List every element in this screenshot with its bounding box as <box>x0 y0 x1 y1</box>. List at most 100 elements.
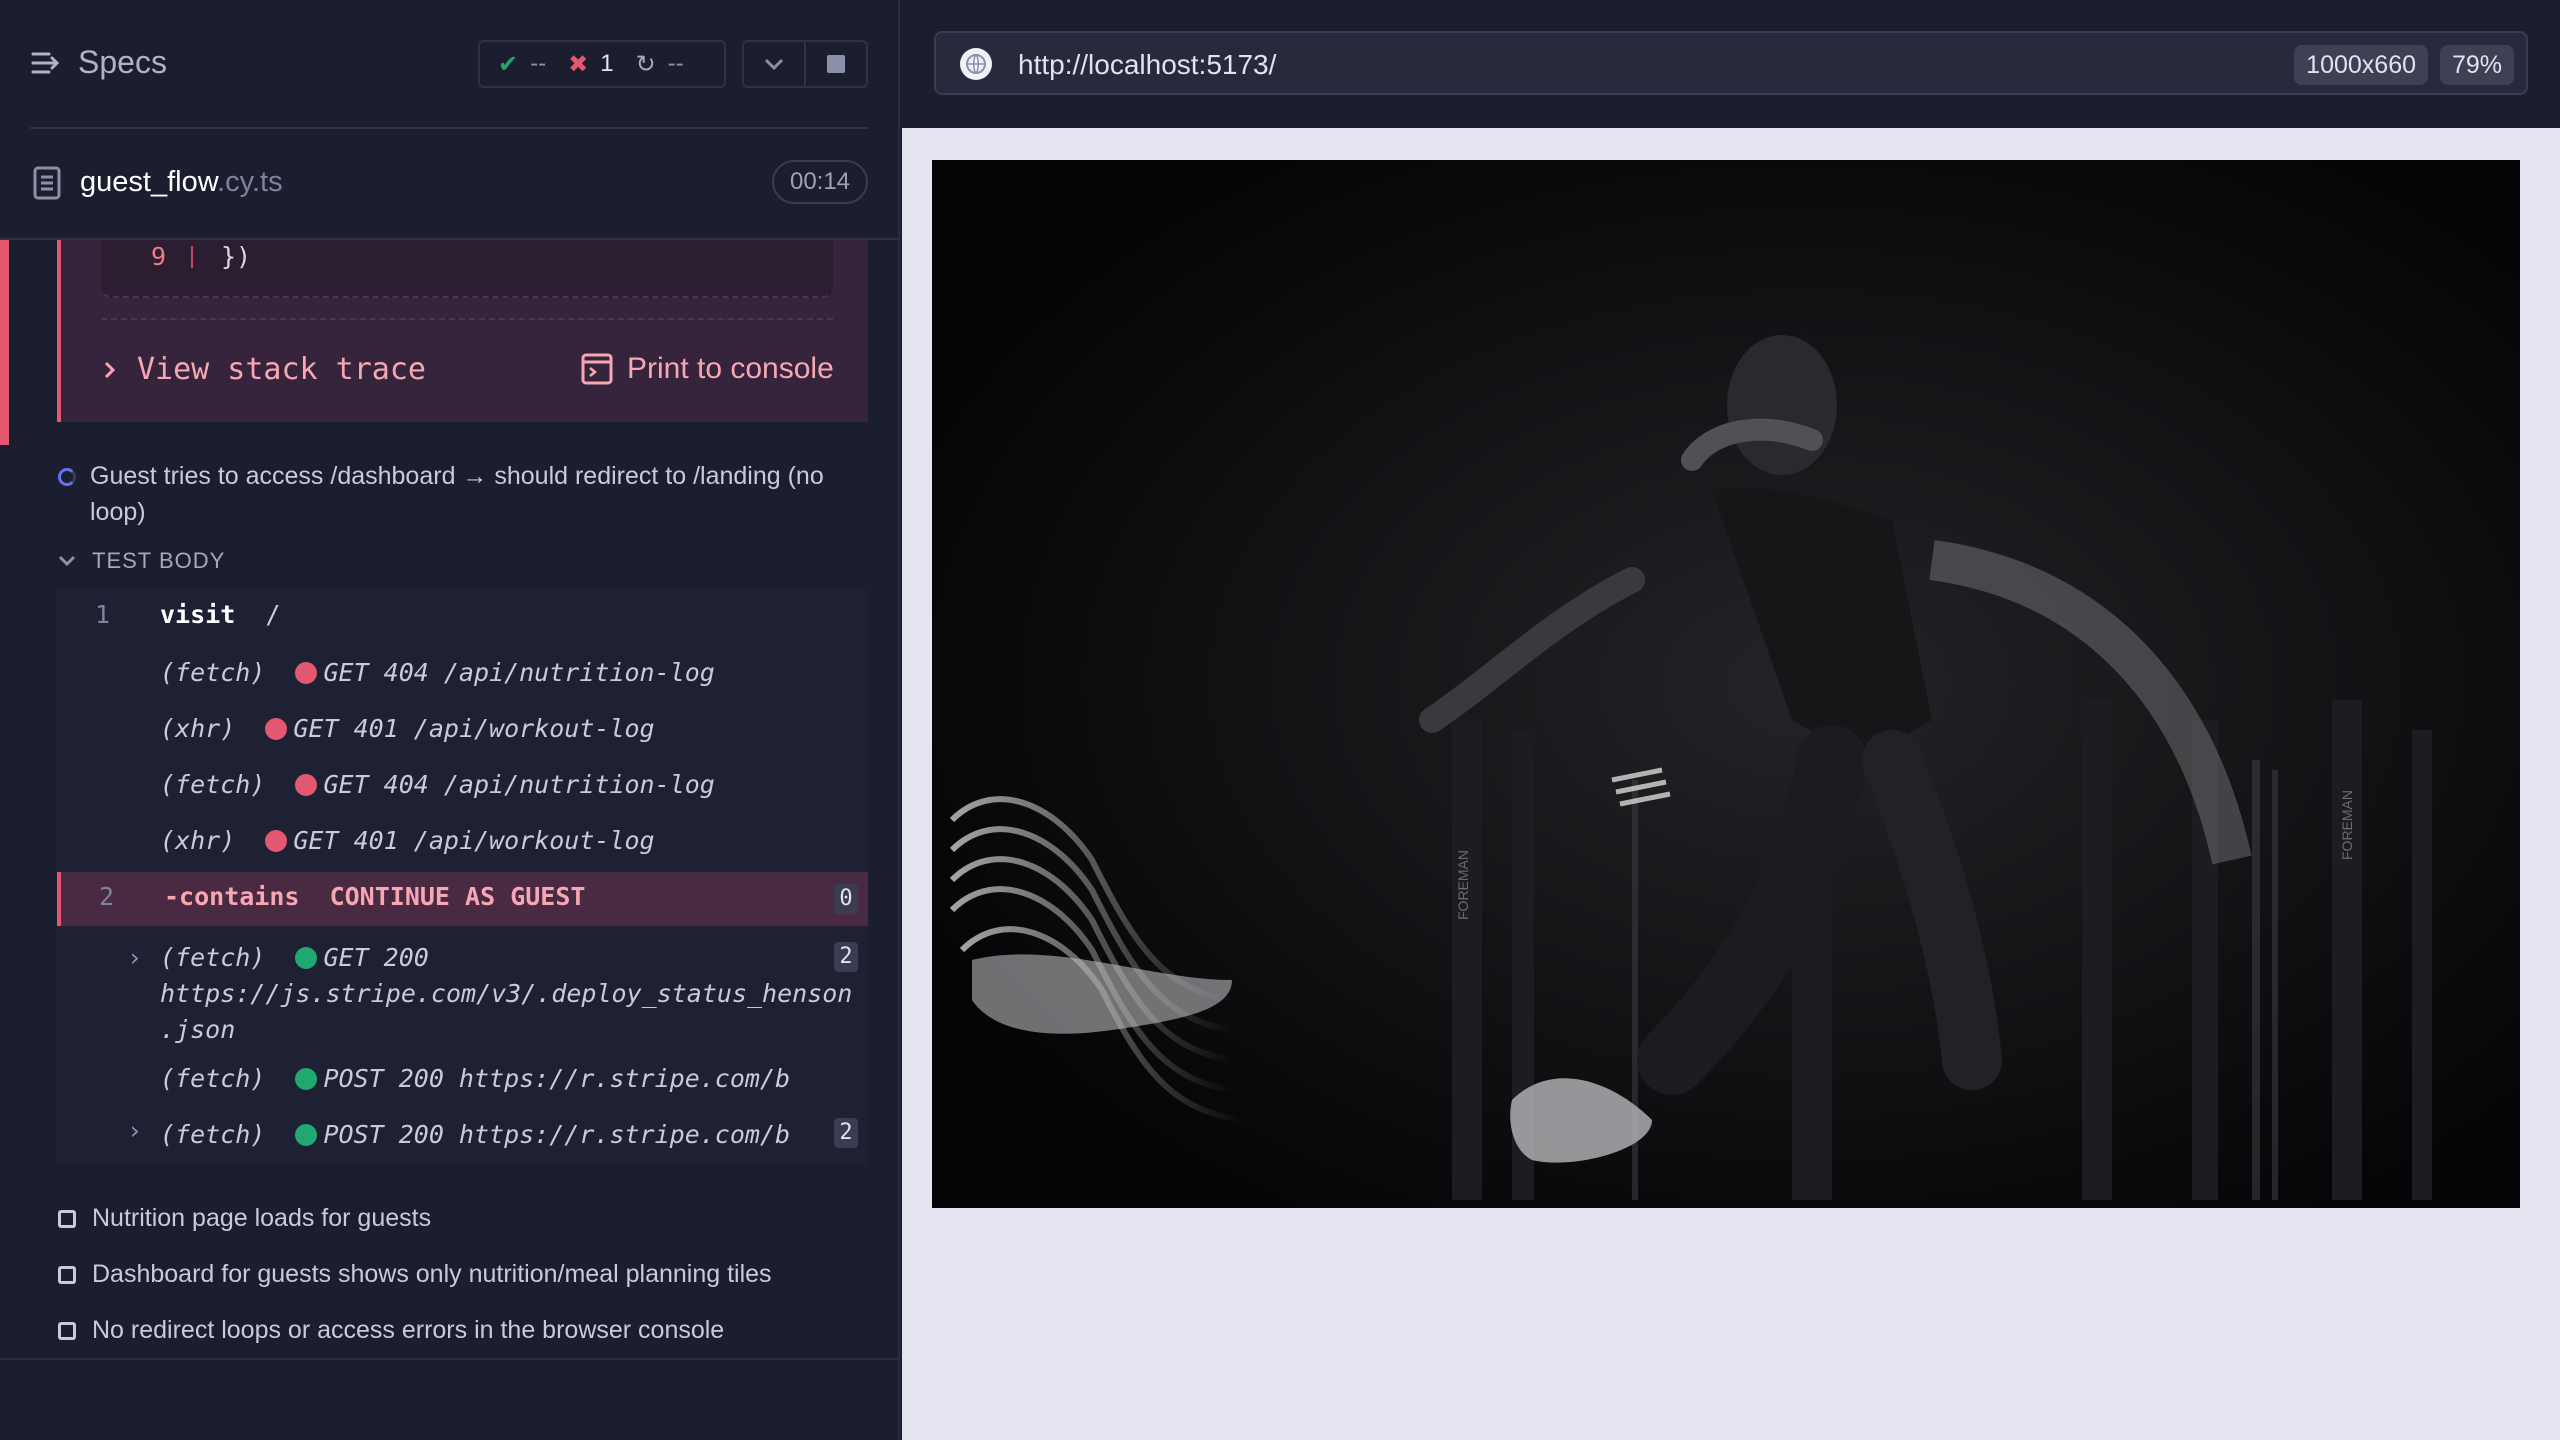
status-dot-icon <box>265 718 288 740</box>
print-to-console-button[interactable]: Print to console <box>581 352 834 386</box>
request-kind: (xhr) <box>160 714 236 743</box>
reporter-header: Specs ✔ -- ✖ 1 ↻ -- <box>0 0 900 130</box>
x-icon: ✖ <box>568 50 589 78</box>
spec-file-ext: .cy.ts <box>217 166 283 198</box>
code-frame: 9 }) <box>101 240 833 298</box>
aut-header: http://localhost:5173/ 1000x660 79% <box>902 0 2560 128</box>
status-dot-icon <box>295 947 318 969</box>
passed-stat: ✔ -- <box>498 50 546 79</box>
command-name: visit <box>160 600 236 629</box>
specs-toggle-button[interactable]: Specs <box>30 44 167 81</box>
document-icon <box>33 166 61 200</box>
pending-checkbox-icon <box>58 1265 76 1284</box>
failed-test-indicator <box>0 240 9 445</box>
viewport-size-badge[interactable]: 1000x660 <box>2294 45 2428 85</box>
request-kind: (xhr) <box>160 826 236 855</box>
passed-count: -- <box>530 50 547 77</box>
aut-iframe-image: FOREMAN FOREMAN <box>932 160 2520 1208</box>
request-kind: (fetch) <box>160 1064 266 1093</box>
test-stats: ✔ -- ✖ 1 ↻ -- <box>478 40 726 88</box>
command-name: -contains <box>164 882 300 911</box>
request-text: GET 401 /api/workout-log <box>293 826 655 855</box>
request-text: POST 200 https://r.stripe.com/b <box>323 1064 791 1093</box>
pending-checkbox-icon <box>58 1321 76 1340</box>
svg-text:FOREMAN: FOREMAN <box>1455 850 1471 920</box>
request-kind: (fetch) <box>160 1120 266 1149</box>
running-spinner-icon <box>58 468 76 486</box>
request-text: GET 404 /api/nutrition-log <box>323 770 715 799</box>
chevron-down-icon <box>58 555 76 567</box>
command-text: (fetch) GET 404 /api/nutrition-log <box>160 770 715 799</box>
scale-badge[interactable]: 79% <box>2439 45 2514 85</box>
command-log: 1 visit / (fetch) GET 404 /api/nutrition… <box>57 590 868 1166</box>
header-divider <box>30 127 868 129</box>
stop-icon <box>827 55 845 73</box>
error-divider <box>101 318 833 320</box>
globe-icon <box>960 48 992 80</box>
stop-button[interactable] <box>806 42 866 86</box>
running-test-title: Guest tries to access /dashboard → shoul… <box>90 462 824 526</box>
svg-text:FOREMAN: FOREMAN <box>2339 790 2355 860</box>
test-body-label: TEST BODY <box>92 548 226 573</box>
command-count-badge: 2 <box>834 1118 858 1148</box>
command-text: (fetch) POST 200 https://r.stripe.com/b <box>160 1064 790 1093</box>
collapse-all-button[interactable] <box>744 42 806 86</box>
pending-test-title: Dashboard for guests shows only nutritio… <box>92 1260 772 1288</box>
spec-file-row: guest_flow.cy.ts 00:14 <box>0 130 900 240</box>
check-icon: ✔ <box>498 50 519 78</box>
view-stack-trace-button[interactable]: View stack trace <box>103 352 426 387</box>
test-body-header[interactable]: TEST BODY <box>58 548 225 574</box>
request-text: GET 404 /api/nutrition-log <box>323 658 715 687</box>
code-line-number: 9 <box>151 242 167 271</box>
request-text: GET 401 /api/workout-log <box>293 714 655 743</box>
pending-count: -- <box>667 50 684 77</box>
pending-icon: ↻ <box>635 50 656 78</box>
status-dot-icon <box>295 1124 318 1146</box>
command-text: (fetch) GET 200 https://js.stripe.com/v3… <box>160 940 852 1048</box>
status-dot-icon <box>295 662 318 684</box>
command-arg: / <box>265 600 281 629</box>
spec-file-basename: guest_flow <box>80 166 218 198</box>
command-row-active[interactable]: 2 -contains CONTINUE AS GUEST 0 <box>57 872 868 926</box>
terminal-icon <box>581 353 613 385</box>
request-url: https://js.stripe.com/v3/.deploy_status_… <box>160 979 853 1008</box>
command-count-badge: 0 <box>834 884 858 914</box>
status-dot-icon <box>295 774 318 796</box>
chevron-right-icon <box>104 361 116 378</box>
error-panel: 9 }) View stack trace Print to console <box>57 240 868 422</box>
command-count-badge: 2 <box>834 942 858 972</box>
pending-test[interactable]: Nutrition page loads for guests <box>58 1204 431 1233</box>
pending-test-title: No redirect loops or access errors in th… <box>92 1316 725 1344</box>
run-controls <box>742 40 868 88</box>
specs-menu-icon <box>31 52 60 73</box>
chevron-right-icon: › <box>127 943 143 972</box>
failed-stat: ✖ 1 <box>568 50 613 79</box>
request-kind: (fetch) <box>160 770 266 799</box>
command-text: (fetch) GET 404 /api/nutrition-log <box>160 658 715 687</box>
url-bar[interactable]: http://localhost:5173/ 1000x660 79% <box>934 31 2528 95</box>
running-test[interactable]: Guest tries to access /dashboard → shoul… <box>58 458 858 530</box>
pending-test[interactable]: Dashboard for guests shows only nutritio… <box>58 1260 772 1289</box>
code-line-marker <box>191 246 193 268</box>
pending-stat: ↻ -- <box>636 50 684 79</box>
status-dot-icon <box>265 830 288 852</box>
spec-file-name[interactable]: guest_flow.cy.ts <box>80 166 283 199</box>
url-text: http://localhost:5173/ <box>1018 49 1277 80</box>
command-text: (fetch) POST 200 https://r.stripe.com/b <box>160 1120 790 1149</box>
reporter-bottom-divider <box>0 1358 900 1360</box>
code-line: }) <box>221 242 252 271</box>
specs-label: Specs <box>78 44 167 80</box>
command-text: visit / <box>160 600 280 629</box>
pending-test[interactable]: No redirect loops or access errors in th… <box>58 1316 724 1345</box>
app-under-test-panel: http://localhost:5173/ 1000x660 79% FORE… <box>902 0 2560 1440</box>
request-kind: (fetch) <box>160 943 266 972</box>
command-text: (xhr) GET 401 /api/workout-log <box>160 714 655 743</box>
command-text: -contains CONTINUE AS GUEST <box>164 882 585 911</box>
print-to-console-label: Print to console <box>627 352 834 385</box>
failed-count: 1 <box>600 50 614 77</box>
athlete-photo: FOREMAN FOREMAN <box>932 160 2520 1208</box>
command-text: (xhr) GET 401 /api/workout-log <box>160 826 655 855</box>
command-number: 1 <box>95 600 111 629</box>
status-dot-icon <box>295 1068 318 1090</box>
spec-duration: 00:14 <box>772 160 868 204</box>
